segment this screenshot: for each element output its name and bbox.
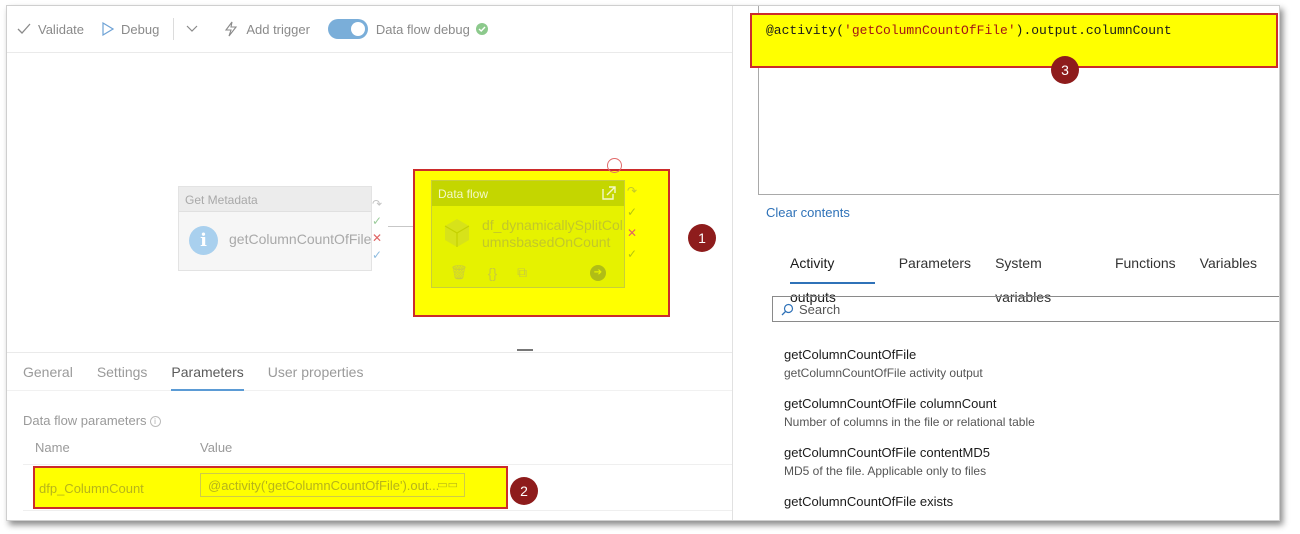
info-icon: i (189, 226, 218, 255)
parameter-value-field[interactable]: @activity('getColumnCountOfFile').out...… (200, 473, 465, 497)
parameter-value-text: @activity('getColumnCountOfFile').out... (208, 478, 440, 493)
expression-text[interactable]: @activity('getColumnCountOfFile').output… (766, 23, 1172, 38)
data-flow-debug-toggle[interactable] (327, 19, 368, 39)
activity-name: df_dynamicallySplitColumnsbasedOnCount (482, 217, 623, 250)
annotation-badge-1: 1 (688, 224, 716, 252)
app-window: Validate Debug Add trigger Data flow deb… (6, 5, 1280, 521)
tab-user-properties[interactable]: User properties (268, 353, 364, 391)
annotation-circle (607, 158, 622, 173)
search-placeholder: Search (799, 302, 841, 317)
tab-parameters[interactable]: Parameters (899, 246, 971, 284)
annotation-box-3: @activity('getColumnCountOfFile').output… (750, 13, 1278, 68)
debug-button[interactable]: Debug (102, 22, 159, 37)
skip-connector-icon[interactable]: ↷ (372, 196, 386, 213)
activity-name: getColumnCountOfFile (229, 231, 372, 247)
output-desc: MD5 of the file. Applicable only to file… (784, 464, 987, 478)
search-input[interactable]: Search (772, 296, 1279, 322)
search-icon (781, 303, 794, 316)
list-item[interactable]: getColumnCountOfFile getColumnCountOfFil… (784, 347, 983, 380)
annotation-badge-3: 3 (1051, 56, 1079, 84)
parameter-row: dfp_ColumnCount @activity('getColumnCoun… (33, 466, 508, 509)
success-connector-icon[interactable]: ✓ (372, 213, 386, 230)
data-flow-debug-label: Data flow debug (375, 21, 470, 37)
section-title-text: Data flow parameters (23, 413, 147, 428)
column-header-name: Name (35, 440, 70, 455)
output-desc: Number of columns in the file or relatio… (784, 415, 1035, 429)
expression-tabs: Activity outputs Parameters System varia… (790, 246, 1279, 305)
tab-general[interactable]: General (23, 353, 73, 391)
tab-settings[interactable]: Settings (97, 353, 148, 391)
delete-icon[interactable]: 🗑 (450, 264, 468, 281)
data-flow-activity[interactable]: Data flow df_dynamicallySplitColumnsbase… (431, 180, 625, 288)
row-divider (23, 464, 732, 465)
list-item[interactable]: getColumnCountOfFile contentMD5 MD5 of t… (784, 445, 990, 478)
add-trigger-button[interactable]: Add trigger (223, 21, 310, 37)
pipeline-pane: Validate Debug Add trigger Data flow deb… (7, 6, 732, 520)
pipeline-canvas[interactable]: Get Metadata i getColumnCountOfFile ↷ ✓ … (7, 53, 732, 351)
success-connector-icon[interactable]: ✓ (627, 204, 641, 221)
annotation-badge-2: 2 (510, 477, 538, 505)
expression-icon[interactable]: ▭▭ (437, 478, 458, 491)
output-desc: getColumnCountOfFile activity output (784, 366, 983, 380)
debug-label: Debug (121, 21, 160, 37)
get-metadata-connectors: ↷ ✓ ✕ ✓ (372, 196, 386, 264)
expression-prefix: @activity( (766, 23, 845, 38)
output-title: getColumnCountOfFile (784, 347, 917, 362)
data-flow-connectors: ↷ ✓ ✕ ✓ (627, 183, 641, 263)
validate-button[interactable]: Validate (17, 22, 84, 37)
arrow-right-icon[interactable]: ➔ (590, 265, 606, 281)
expression-suffix: ).output.columnCount (1015, 23, 1172, 38)
section-title: Data flow parameters i (23, 413, 161, 428)
toolbar-divider (173, 18, 175, 40)
activity-header: Data flow (432, 181, 624, 206)
failure-connector-icon[interactable]: ✕ (627, 225, 641, 242)
properties-panel: General Settings Parameters User propert… (7, 352, 732, 520)
lightning-icon (225, 21, 238, 37)
debug-dropdown-button[interactable] (186, 25, 205, 33)
failure-connector-icon[interactable]: ✕ (372, 230, 386, 247)
data-flow-header-label: Data flow (438, 187, 489, 201)
open-external-icon[interactable] (600, 184, 618, 202)
clear-contents-link[interactable]: Clear contents (766, 205, 850, 220)
code-icon[interactable]: {} (488, 265, 497, 281)
info-icon[interactable]: i (149, 416, 161, 427)
get-metadata-activity[interactable]: Get Metadata i getColumnCountOfFile (178, 186, 372, 271)
parameter-name: dfp_ColumnCount (39, 481, 144, 496)
tab-functions[interactable]: Functions (1115, 246, 1176, 284)
tab-system-variables[interactable]: System variables (995, 246, 1091, 305)
play-icon (102, 22, 115, 36)
output-title: getColumnCountOfFile exists (784, 494, 954, 509)
status-check-icon (475, 23, 488, 35)
toolbar: Validate Debug Add trigger Data flow deb… (7, 6, 732, 53)
completion-connector-icon[interactable]: ✓ (372, 247, 386, 264)
checkmark-icon (17, 23, 31, 34)
data-flow-icon (444, 219, 470, 247)
skip-connector-icon[interactable]: ↷ (627, 183, 641, 200)
activity-header: Get Metadata (179, 187, 371, 212)
list-item[interactable]: getColumnCountOfFile columnCount Number … (784, 396, 1035, 429)
expression-string: 'getColumnCountOfFile' (844, 23, 1016, 38)
list-item[interactable]: getColumnCountOfFile exists (784, 494, 953, 509)
column-header-value: Value (200, 440, 233, 455)
tab-variables[interactable]: Variables (1200, 246, 1257, 284)
completion-connector-icon[interactable]: ✓ (627, 246, 641, 263)
add-trigger-label: Add trigger (246, 21, 310, 37)
output-title: getColumnCountOfFile contentMD5 (784, 445, 990, 460)
chevron-down-icon (186, 25, 198, 32)
pane-resize-handle[interactable] (517, 349, 533, 351)
properties-tabs: General Settings Parameters User propert… (7, 353, 732, 391)
tab-activity-outputs[interactable]: Activity outputs (790, 246, 875, 305)
row-divider (23, 510, 732, 511)
copy-icon[interactable]: ⧉ (517, 264, 527, 281)
validate-label: Validate (38, 21, 85, 37)
output-title: getColumnCountOfFile columnCount (784, 396, 997, 411)
tab-parameters[interactable]: Parameters (171, 353, 245, 391)
expression-builder-pane: @activity('getColumnCountOfFile').output… (732, 6, 1279, 520)
